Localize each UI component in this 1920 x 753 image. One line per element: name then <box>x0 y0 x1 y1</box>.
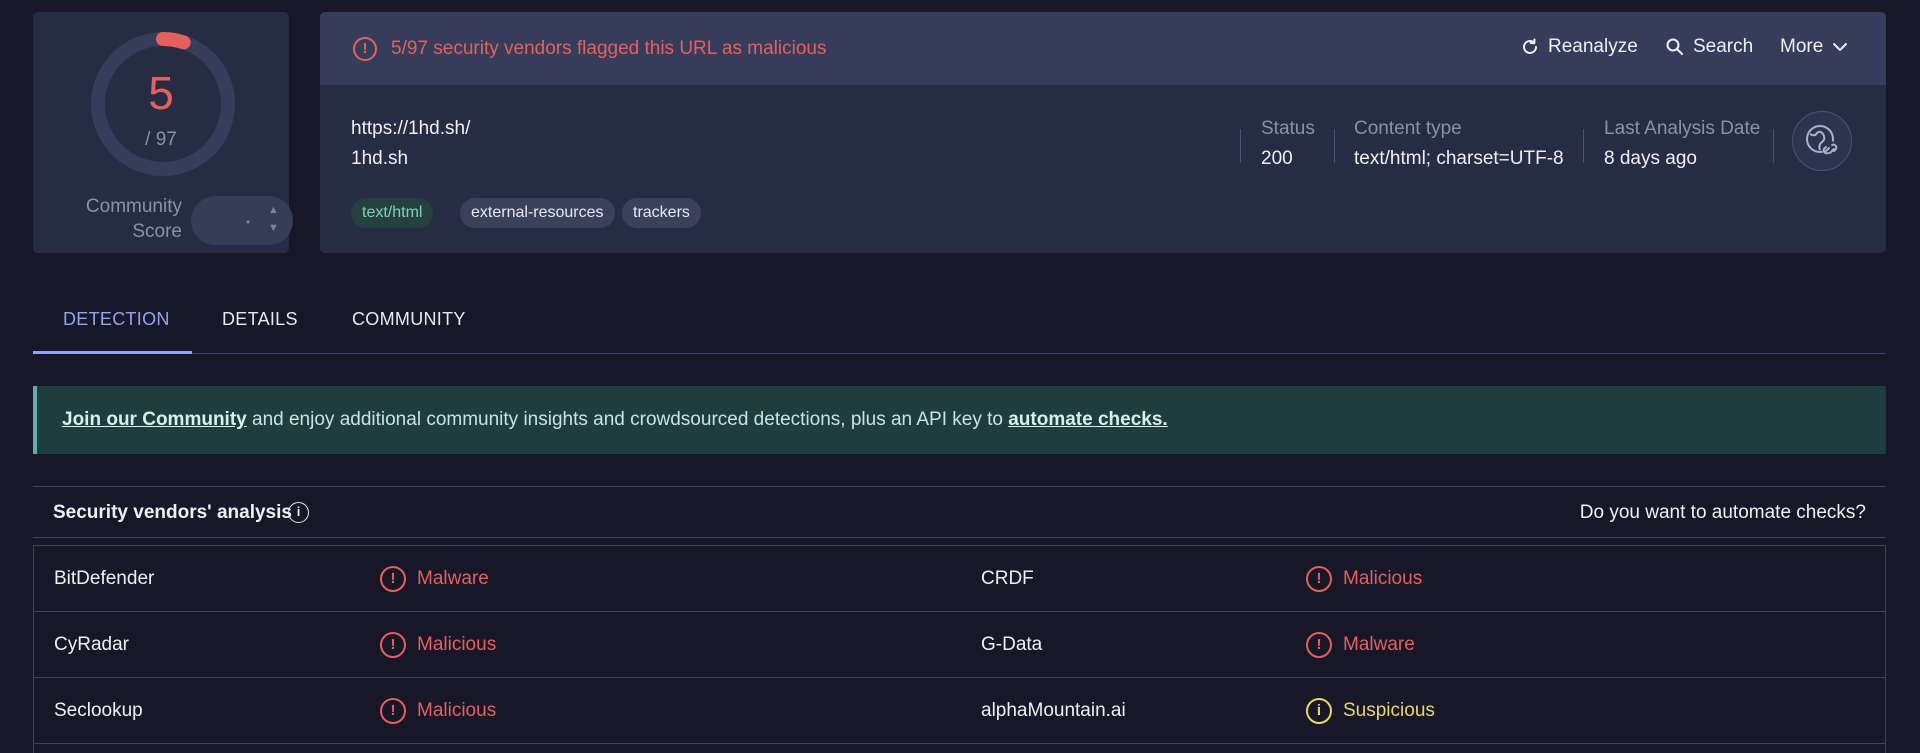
search-icon <box>1666 38 1683 55</box>
tag-content-type[interactable]: text/html <box>351 198 434 228</box>
vendor-result-label: Suspicious <box>1343 700 1435 721</box>
search-label: Search <box>1693 36 1754 57</box>
refresh-icon <box>1523 38 1537 54</box>
meta-divider <box>1240 129 1241 163</box>
detection-count: 5 <box>148 67 174 119</box>
vendor-result-label: Malware <box>417 568 489 589</box>
tab-detection[interactable]: DETECTION <box>63 309 170 330</box>
more-menu-button[interactable]: More <box>1780 36 1849 58</box>
table-row: CyRadar ! Malicious G-Data ! Malware <box>34 612 1885 678</box>
alert-circle-icon: ! <box>1306 566 1332 592</box>
search-button[interactable]: Search <box>1665 36 1753 58</box>
vendor-result: i Suspicious <box>1306 698 1435 724</box>
reanalyze-label: Reanalyze <box>1548 36 1638 57</box>
join-community-link[interactable]: Join our Community <box>62 409 247 430</box>
chevron-down-icon <box>1833 43 1848 51</box>
alert-circle-icon: ! <box>380 566 406 592</box>
tag-external-resources[interactable]: external-resources <box>460 198 615 228</box>
automate-checks-link[interactable]: automate checks. <box>1008 409 1167 430</box>
meta-divider <box>1334 129 1335 163</box>
vote-up-icon[interactable]: ▲ <box>268 204 279 216</box>
detection-score-card: 5 / 97 Community Score • ▲ ▼ <box>33 12 293 253</box>
meta-divider <box>1583 129 1584 163</box>
community-vote-value: • <box>246 215 251 229</box>
tab-active-indicator <box>33 351 192 354</box>
tabs-divider <box>33 353 1886 354</box>
scanned-url[interactable]: https://1hd.sh/ <box>351 118 470 140</box>
meta-divider <box>1773 129 1774 163</box>
community-score-label-line2: Score <box>132 221 182 242</box>
vendor-result-label: Malware <box>1343 634 1415 655</box>
content-type-value: text/html; charset=UTF-8 <box>1354 148 1564 169</box>
info-icon[interactable]: i <box>288 502 309 523</box>
vendor-result: ! Malware <box>380 566 489 592</box>
globe-link-icon <box>1806 125 1838 157</box>
vendor-results-table: BitDefender ! Malware CRDF ! Malicious C… <box>33 545 1886 753</box>
content-type-label: Content type <box>1354 118 1462 139</box>
vendor-result: ! Malware <box>1306 632 1415 658</box>
url-type-badge <box>1792 111 1852 171</box>
url-info-card: ! 5/97 security vendors flagged this URL… <box>320 12 1886 253</box>
scanned-host[interactable]: 1hd.sh <box>351 148 408 170</box>
vote-down-icon[interactable]: ▼ <box>268 222 279 234</box>
table-row: BitDefender ! Malware CRDF ! Malicious <box>34 546 1885 612</box>
vendor-result: ! Malicious <box>1306 566 1422 592</box>
community-vote-control[interactable]: • ▲ ▼ <box>191 196 293 245</box>
vendor-name: G-Data <box>981 634 1043 655</box>
malicious-banner: ! 5/97 security vendors flagged this URL… <box>320 12 1886 85</box>
vendor-name: CyRadar <box>54 634 129 655</box>
vendor-result: ! Malicious <box>380 632 496 658</box>
alert-circle-icon: ! <box>380 632 406 658</box>
community-score-label: Community Score <box>86 194 182 244</box>
vendor-name: BitDefender <box>54 568 155 589</box>
vendors-analysis-title: Security vendors' analysis <box>53 502 292 523</box>
table-row: Seclookup ! Malicious alphaMountain.ai i… <box>34 678 1885 744</box>
tag-trackers[interactable]: trackers <box>622 198 701 228</box>
more-label: More <box>1780 36 1824 57</box>
tab-details[interactable]: DETAILS <box>222 309 298 330</box>
alert-circle-icon: ! <box>1306 632 1332 658</box>
community-score-label-line1: Community <box>85 196 182 217</box>
info-circle-icon: i <box>1306 698 1332 724</box>
join-community-text: Join our Community and enjoy additional … <box>62 409 1168 431</box>
reanalyze-button[interactable]: Reanalyze <box>1520 36 1638 58</box>
vendor-result-label: Malicious <box>1343 568 1423 589</box>
vendor-name: CRDF <box>981 568 1034 589</box>
status-label: Status <box>1261 118 1315 139</box>
vendor-result-label: Malicious <box>417 634 497 655</box>
vendors-analysis-header: Security vendors' analysis i Do you want… <box>33 486 1886 538</box>
join-community-banner: Join our Community and enjoy additional … <box>33 386 1886 454</box>
alert-circle-icon: ! <box>380 698 406 724</box>
join-community-middle: and enjoy additional community insights … <box>246 409 1009 430</box>
tab-community[interactable]: COMMUNITY <box>352 309 466 330</box>
vendor-result: ! Malicious <box>380 698 496 724</box>
status-value: 200 <box>1261 148 1293 169</box>
last-analysis-value: 8 days ago <box>1604 148 1697 169</box>
detection-total: / 97 <box>145 129 177 150</box>
malicious-banner-text: 5/97 security vendors flagged this URL a… <box>391 38 827 59</box>
vendor-name: Seclookup <box>54 700 143 721</box>
alert-circle-icon: ! <box>353 37 377 61</box>
vendor-result-label: Malicious <box>417 700 497 721</box>
last-analysis-label: Last Analysis Date <box>1604 118 1761 139</box>
automate-checks-question[interactable]: Do you want to automate checks? <box>1580 502 1866 524</box>
vendor-name: alphaMountain.ai <box>981 700 1126 721</box>
